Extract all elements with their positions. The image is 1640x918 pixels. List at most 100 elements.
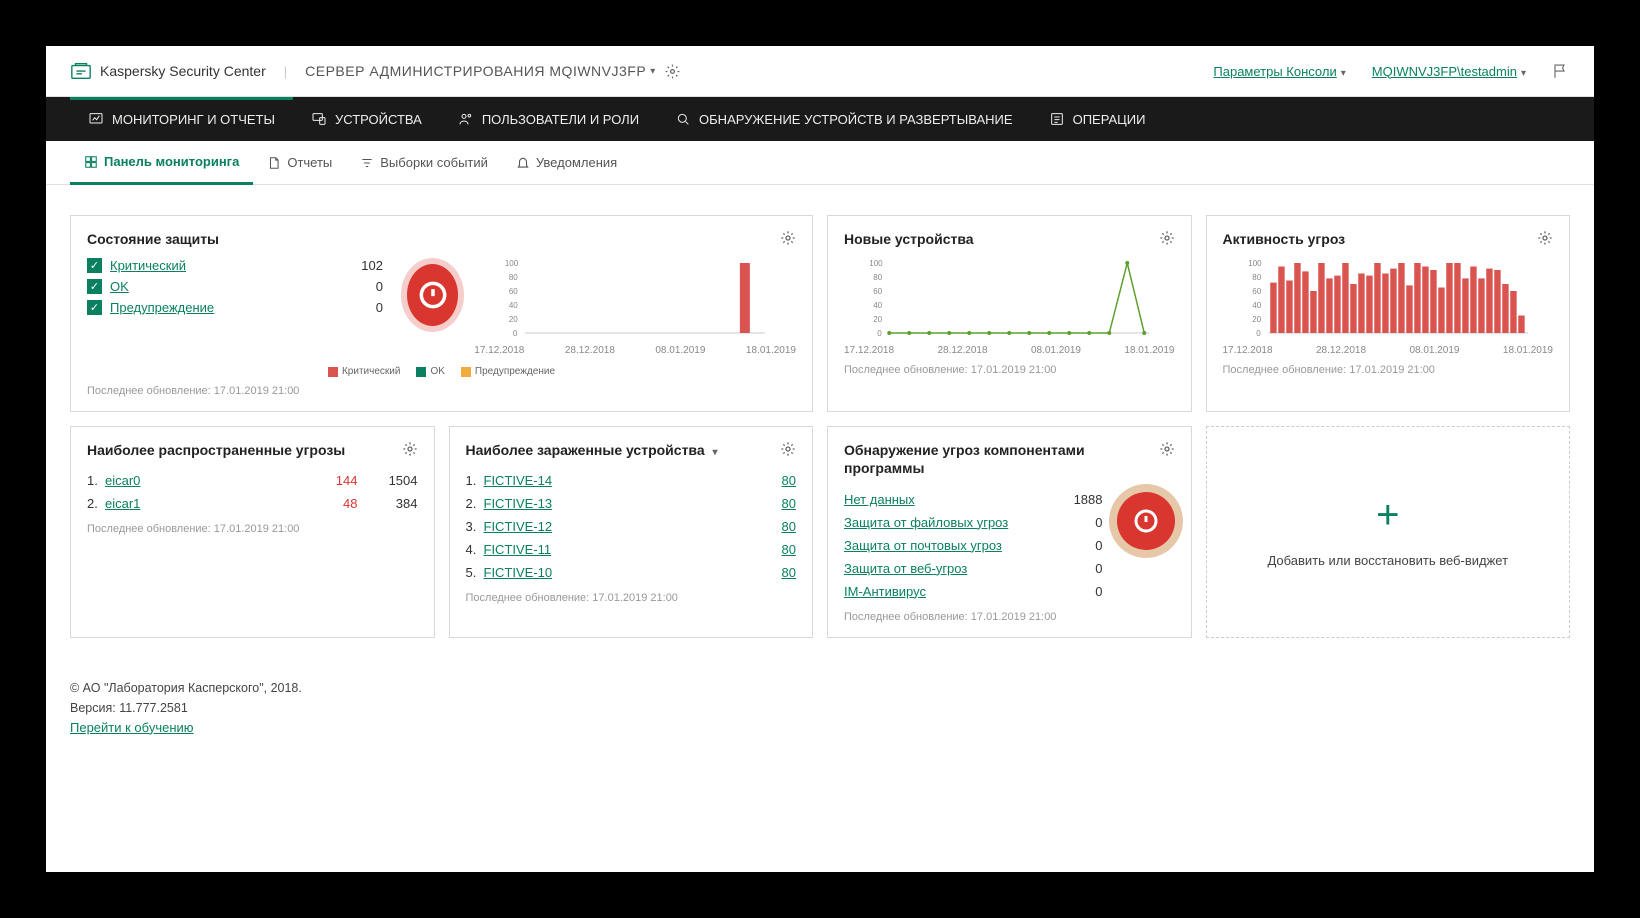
widget-gear-icon[interactable] [1159, 441, 1175, 457]
component-link[interactable]: Защита от почтовых угроз [844, 538, 1002, 553]
server-dropdown-icon[interactable]: ▾ [650, 66, 655, 77]
nav-users[interactable]: ПОЛЬЗОВАТЕЛИ И РОЛИ [440, 97, 657, 141]
component-link[interactable]: Защита от файловых угроз [844, 515, 1008, 530]
tab-reports-label: Отчеты [287, 155, 332, 170]
training-link[interactable]: Перейти к обучению [70, 720, 194, 735]
status-warning[interactable]: ✓Предупреждение [87, 300, 307, 315]
device-link[interactable]: FICTIVE-14 [484, 473, 553, 488]
last-update: Последнее обновление: 17.01.2019 21:00 [844, 611, 1175, 623]
server-name: СЕРВЕР АДМИНИСТРИРОВАНИЯ MQIWNVJ3FP [305, 63, 646, 79]
tab-dashboard[interactable]: Панель мониторинга [70, 141, 253, 185]
widget-protection-status: Состояние защиты ✓Критический ✓OK ✓Преду… [70, 215, 813, 412]
widget-gear-icon[interactable] [1537, 230, 1553, 246]
tab-reports[interactable]: Отчеты [253, 141, 346, 184]
devices-icon [311, 111, 327, 127]
widget-title: Состояние защиты [87, 230, 772, 248]
server-settings-gear-icon[interactable] [665, 64, 680, 79]
nav-operations[interactable]: ОПЕРАЦИИ [1031, 97, 1164, 141]
widget-detection-components: Обнаружение угроз компонентами программы… [827, 426, 1192, 637]
kaspersky-logo-icon [70, 60, 92, 82]
nav-operations-label: ОПЕРАЦИИ [1073, 112, 1146, 127]
device-link[interactable]: FICTIVE-13 [484, 496, 553, 511]
list-item: 1.FICTIVE-1480 [466, 469, 797, 492]
device-link[interactable]: FICTIVE-12 [484, 519, 553, 534]
topbar: Kaspersky Security Center | СЕРВЕР АДМИН… [46, 46, 1594, 97]
svg-text:40: 40 [509, 301, 518, 310]
x-axis: 17.12.201828.12.201808.01.201918.01.2019 [474, 345, 796, 356]
svg-text:80: 80 [1252, 273, 1261, 282]
svg-text:100: 100 [505, 259, 519, 268]
nav-discovery[interactable]: ОБНАРУЖЕНИЕ УСТРОЙСТВ И РАЗВЕРТЫВАНИЕ [657, 97, 1031, 141]
widget-gear-icon[interactable] [780, 441, 796, 457]
widget-gear-icon[interactable] [402, 441, 418, 457]
count-link[interactable]: 80 [782, 565, 796, 580]
widget-gear-icon[interactable] [1159, 230, 1175, 246]
count-link[interactable]: 80 [782, 542, 796, 557]
svg-text:80: 80 [509, 273, 518, 282]
last-update: Последнее обновление: 17.01.2019 21:00 [844, 364, 1175, 376]
list-item: Защита от веб-угроз0 [844, 557, 1103, 580]
last-update: Последнее обновление: 17.01.2019 21:00 [87, 523, 418, 535]
svg-text:0: 0 [513, 329, 518, 338]
last-update: Последнее обновление: 17.01.2019 21:00 [466, 592, 797, 604]
add-widget-label: Добавить или восстановить веб-виджет [1267, 553, 1508, 568]
main-nav: МОНИТОРИНГ И ОТЧЕТЫ УСТРОЙСТВА ПОЛЬЗОВАТ… [46, 97, 1594, 141]
chevron-down-icon[interactable]: ▾ [713, 447, 718, 458]
monitoring-icon [88, 111, 104, 127]
checkbox-icon: ✓ [87, 258, 102, 273]
widget-top-threats: Наиболее распространенные угрозы 1.eicar… [70, 426, 435, 637]
svg-text:60: 60 [873, 287, 882, 296]
nav-devices[interactable]: УСТРОЙСТВА [293, 97, 440, 141]
new-devices-chart: 100806040200 17.12.201828.12.201808.01.2… [844, 258, 1175, 356]
widget-gear-icon[interactable] [780, 230, 796, 246]
sub-nav: Панель мониторинга Отчеты Выборки событи… [46, 141, 1594, 185]
protection-chart: 100806040200 17.12.201828.12.201808.01.2… [474, 258, 796, 356]
dashboard-icon [84, 155, 98, 169]
tab-dashboard-label: Панель мониторинга [104, 154, 239, 169]
copyright: © АО "Лаборатория Касперского", 2018. [70, 678, 1570, 698]
list-item: 3.FICTIVE-1280 [466, 515, 797, 538]
list-item: 5.FICTIVE-1080 [466, 561, 797, 584]
widget-title: Активность угроз [1223, 230, 1530, 248]
nav-users-label: ПОЛЬЗОВАТЕЛИ И РОЛИ [482, 112, 639, 127]
x-axis: 17.12.201828.12.201808.01.201918.01.2019 [1223, 345, 1554, 356]
device-link[interactable]: FICTIVE-11 [484, 542, 552, 557]
nav-monitoring[interactable]: МОНИТОРИНГ И ОТЧЕТЫ [70, 97, 293, 141]
svg-text:0: 0 [877, 329, 882, 338]
svg-text:20: 20 [873, 315, 882, 324]
count-link[interactable]: 80 [782, 519, 796, 534]
flag-icon[interactable] [1552, 62, 1570, 80]
device-link[interactable]: FICTIVE-10 [484, 565, 553, 580]
svg-text:60: 60 [509, 287, 518, 296]
plus-icon: + [1376, 495, 1399, 535]
tab-events[interactable]: Выборки событий [346, 141, 502, 184]
alert-badge-icon [407, 264, 458, 326]
list-item: Нет данных1888 [844, 488, 1103, 511]
list-item: 4.FICTIVE-1180 [466, 538, 797, 561]
svg-text:100: 100 [1248, 259, 1262, 268]
user-menu[interactable]: MQIWNVJ3FP\testadmin▾ [1372, 64, 1526, 79]
threat-link[interactable]: eicar0 [105, 473, 140, 488]
widget-threat-activity: Активность угроз 100806040200 17.12.2018… [1206, 215, 1571, 412]
nav-monitoring-label: МОНИТОРИНГ И ОТЧЕТЫ [112, 112, 275, 127]
tab-notifications-label: Уведомления [536, 155, 617, 170]
count-link[interactable]: 80 [782, 473, 796, 488]
count-link[interactable]: 80 [782, 496, 796, 511]
chart-legend: Критический OK Предупреждение [87, 366, 796, 377]
add-widget-button[interactable]: + Добавить или восстановить веб-виджет [1206, 426, 1571, 637]
widget-title: Наиболее зараженные устройства ▾ [466, 441, 773, 459]
bell-icon [516, 156, 530, 170]
status-critical[interactable]: ✓Критический [87, 258, 307, 273]
component-link[interactable]: IM-Антивирус [844, 584, 926, 599]
threat-link[interactable]: eicar1 [105, 496, 140, 511]
svg-text:100: 100 [869, 259, 883, 268]
component-link[interactable]: Защита от веб-угроз [844, 561, 967, 576]
threat-activity-chart: 100806040200 17.12.201828.12.201808.01.2… [1223, 258, 1554, 356]
discovery-icon [675, 111, 691, 127]
tab-notifications[interactable]: Уведомления [502, 141, 631, 184]
component-link[interactable]: Нет данных [844, 492, 915, 507]
status-ok[interactable]: ✓OK [87, 279, 307, 294]
console-params-link[interactable]: Параметры Консоли▾ [1213, 64, 1345, 79]
divider: | [284, 64, 287, 79]
reports-icon [267, 156, 281, 170]
